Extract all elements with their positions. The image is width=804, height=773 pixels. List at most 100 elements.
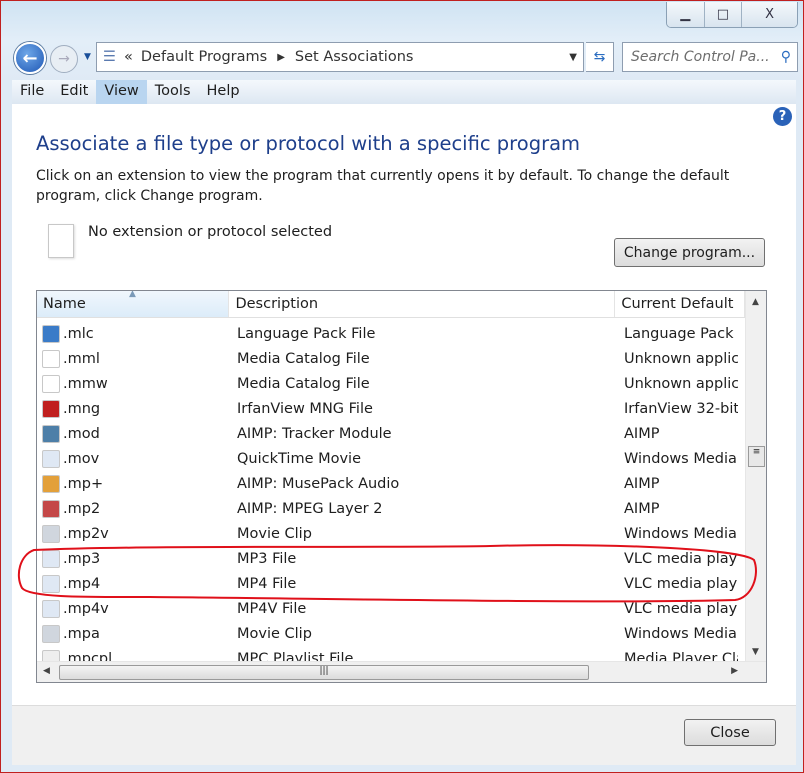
vertical-scrollbar[interactable]: ▲ ≡ ▼ (745, 291, 766, 661)
extension-label: .mml (63, 350, 100, 367)
extension-label: .mpa (63, 625, 100, 642)
row-current-default: AIMP (624, 425, 660, 442)
row-current-default: Windows Media P (624, 625, 738, 642)
table-row[interactable]: .mng IrfanView MNG File IrfanView 32-bit (37, 396, 738, 421)
change-program-button[interactable]: Change program... (614, 238, 765, 267)
extension-label: .mp+ (63, 475, 104, 492)
aimp-audio-icon (42, 474, 60, 493)
extension-label: .mp3 (63, 550, 101, 567)
breadcrumb-default-programs[interactable]: Default Programs (141, 49, 267, 65)
mpeg-file-icon (42, 624, 60, 643)
breadcrumb-set-associations[interactable]: Set Associations (295, 49, 414, 65)
arrow-left-icon: ← (22, 47, 38, 69)
table-row[interactable]: .mp2v Movie Clip Windows Media P (37, 521, 738, 546)
row-current-default: Unknown applicat (624, 375, 738, 392)
irfanview-icon (42, 399, 60, 418)
vertical-scroll-thumb[interactable]: ≡ (748, 446, 765, 467)
extension-label: .mp2 (63, 500, 101, 517)
recent-pages-dropdown[interactable]: ▼ (84, 52, 91, 62)
table-row[interactable]: .mov QuickTime Movie Windows Media P (37, 446, 738, 471)
close-window-button[interactable]: X (742, 2, 797, 27)
refresh-button[interactable]: ⇆ (586, 42, 614, 72)
blank-file-icon (42, 374, 60, 393)
blank-file-icon (48, 224, 74, 258)
row-name: .mpa (37, 624, 230, 643)
table-row[interactable]: .mp3 MP3 File VLC media player (37, 546, 738, 571)
search-input[interactable]: Search Control Pa... ⚲ (622, 42, 798, 72)
table-row[interactable]: .mp+ AIMP: MusePack Audio AIMP (37, 471, 738, 496)
row-name: .mmw (37, 374, 230, 393)
menu-tools[interactable]: Tools (147, 80, 199, 104)
row-name: .mp3 (37, 549, 230, 568)
forward-button[interactable]: → (50, 45, 78, 73)
help-icon[interactable]: ? (773, 107, 792, 126)
row-description: MP3 File (237, 550, 297, 567)
extension-label: .mmw (63, 375, 108, 392)
row-current-default: VLC media player (624, 550, 738, 567)
row-description: Movie Clip (237, 525, 312, 542)
row-current-default: AIMP (624, 500, 660, 517)
table-row[interactable]: .mp2 AIMP: MPEG Layer 2 AIMP (37, 496, 738, 521)
search-icon[interactable]: ⚲ (781, 49, 791, 65)
address-dropdown-icon[interactable]: ▼ (569, 52, 577, 63)
row-name: .mp4 (37, 574, 230, 593)
row-description: AIMP: MusePack Audio (237, 475, 400, 492)
table-row[interactable]: .mmw Media Catalog File Unknown applicat (37, 371, 738, 396)
horizontal-scroll-thumb[interactable]: ||| (59, 665, 589, 680)
table-row[interactable]: .mp4 MP4 File VLC media player (37, 571, 738, 596)
row-current-default: AIMP (624, 475, 660, 492)
row-description: IrfanView MNG File (237, 400, 373, 417)
extension-label: .mp2v (63, 525, 109, 542)
media-file-icon (42, 574, 60, 593)
minimize-button[interactable]: ▁ (667, 2, 705, 27)
page-description: Click on an extension to view the progra… (36, 168, 730, 204)
back-button[interactable]: ← (14, 42, 46, 74)
media-file-icon (42, 549, 60, 568)
table-row[interactable]: .mpa Movie Clip Windows Media P (37, 621, 738, 646)
media-file-icon (42, 449, 60, 468)
column-current-default[interactable]: Current Default (615, 291, 746, 317)
row-current-default: IrfanView 32-bit (624, 400, 738, 417)
scroll-up-icon[interactable]: ▲ (752, 297, 759, 307)
menu-view[interactable]: View (96, 80, 147, 104)
menu-file[interactable]: File (12, 80, 52, 104)
breadcrumb-prefix[interactable]: « (124, 49, 133, 65)
menu-edit[interactable]: Edit (52, 80, 96, 104)
breadcrumb-separator-icon[interactable]: ▶ (277, 52, 285, 63)
extension-label: .mlc (63, 325, 94, 342)
row-name: .mod (37, 424, 230, 443)
menu-help[interactable]: Help (199, 80, 248, 104)
extension-list[interactable]: Name Description Current Default ▲ .mlc L… (36, 290, 767, 683)
row-description: QuickTime Movie (237, 450, 362, 467)
scroll-right-icon[interactable]: ▶ (731, 666, 738, 676)
row-name: .mp2 (37, 499, 230, 518)
scroll-down-icon[interactable]: ▼ (752, 647, 759, 657)
table-row[interactable]: .mp4v MP4V File VLC media player (37, 596, 738, 621)
media-file-icon (42, 599, 60, 618)
maximize-button[interactable]: □ (704, 2, 743, 27)
address-bar[interactable]: ☰ « Default Programs ▶ Set Associations … (96, 42, 584, 72)
close-button[interactable]: Close (684, 719, 776, 746)
row-description: AIMP: Tracker Module (237, 425, 392, 442)
column-description[interactable]: Description (229, 291, 616, 317)
footer-bar: Close (12, 705, 796, 765)
row-description: Media Catalog File (237, 375, 370, 392)
table-row[interactable]: .mod AIMP: Tracker Module AIMP (37, 421, 738, 446)
row-current-default: Unknown applicat (624, 350, 738, 367)
row-current-default: Windows Media P (624, 450, 738, 467)
arrow-right-icon: → (58, 51, 70, 67)
row-name: .mov (37, 449, 230, 468)
globe-file-icon (42, 324, 60, 343)
table-row[interactable]: .mml Media Catalog File Unknown applicat (37, 346, 738, 371)
table-row[interactable]: .mlc Language Pack File Language Pack Ins (37, 321, 738, 346)
row-current-default: Windows Media P (624, 525, 738, 542)
extension-label: .mov (63, 450, 100, 467)
horizontal-scrollbar[interactable]: ◀ ||| ▶ (37, 661, 766, 682)
aimp-mod-icon (42, 424, 60, 443)
scroll-left-icon[interactable]: ◀ (43, 666, 50, 676)
sort-ascending-icon: ▲ (129, 290, 136, 299)
row-description: MP4V File (237, 600, 307, 617)
content-area: ? Associate a file type or protocol with… (12, 104, 796, 705)
navigation-bar: ← → ▼ ☰ « Default Programs ▶ Set Associa… (12, 40, 798, 74)
menu-bar: File Edit View Tools Help (12, 80, 796, 104)
